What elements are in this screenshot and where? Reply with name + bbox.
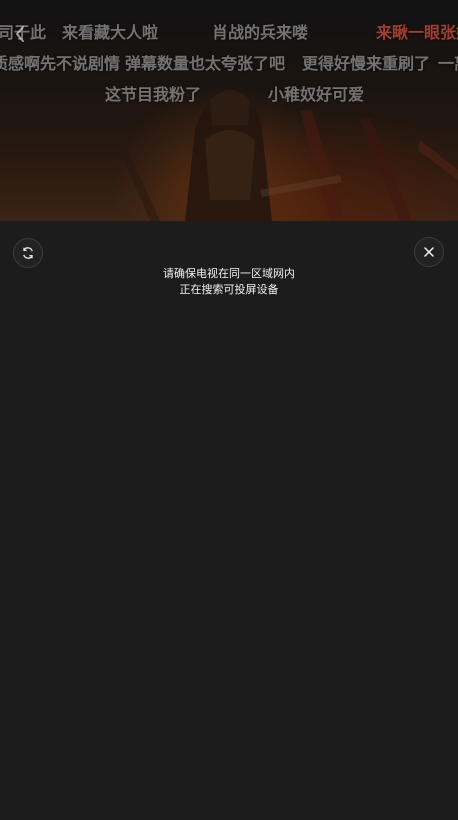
danmaku-item: 来看藏大人啦 xyxy=(62,23,159,42)
danmaku-item: 一离 xyxy=(438,54,458,73)
chevron-left-icon xyxy=(16,26,24,42)
danmaku-item: 小稚奴好可爱 xyxy=(268,85,365,104)
danmaku-item: 弹幕数量也太夸张了吧 xyxy=(125,54,286,73)
danmaku-item: 来瞅一眼张婧 xyxy=(376,23,458,42)
back-button[interactable] xyxy=(8,22,32,46)
screen-cast-page: 司于此 来看藏大人啦 肖战的兵来喽 来瞅一眼张婧 质感啊先不说剧情 弹幕数量也太… xyxy=(0,0,458,820)
cast-status-text: 正在搜索可投屏设备 xyxy=(179,283,279,296)
cast-hint-text: 请确保电视在同一区域网内 xyxy=(163,267,295,280)
cast-device-panel: 请确保电视在同一区域网内 正在搜索可投屏设备 xyxy=(0,221,458,820)
close-button[interactable] xyxy=(414,237,444,267)
video-player[interactable]: 司于此 来看藏大人啦 肖战的兵来喽 来瞅一眼张婧 质感啊先不说剧情 弹幕数量也太… xyxy=(0,0,458,221)
danmaku-item: 更得好慢来重刷了 xyxy=(302,54,431,73)
close-icon xyxy=(424,247,434,257)
cast-search-message: 请确保电视在同一区域网内 正在搜索可投屏设备 xyxy=(0,266,458,298)
refresh-icon xyxy=(23,247,33,259)
danmaku-item: 肖战的兵来喽 xyxy=(212,23,309,42)
refresh-button[interactable] xyxy=(13,238,43,268)
danmaku-item: 质感啊先不说剧情 xyxy=(0,54,121,73)
danmaku-item: 这节目我粉了 xyxy=(105,85,202,104)
